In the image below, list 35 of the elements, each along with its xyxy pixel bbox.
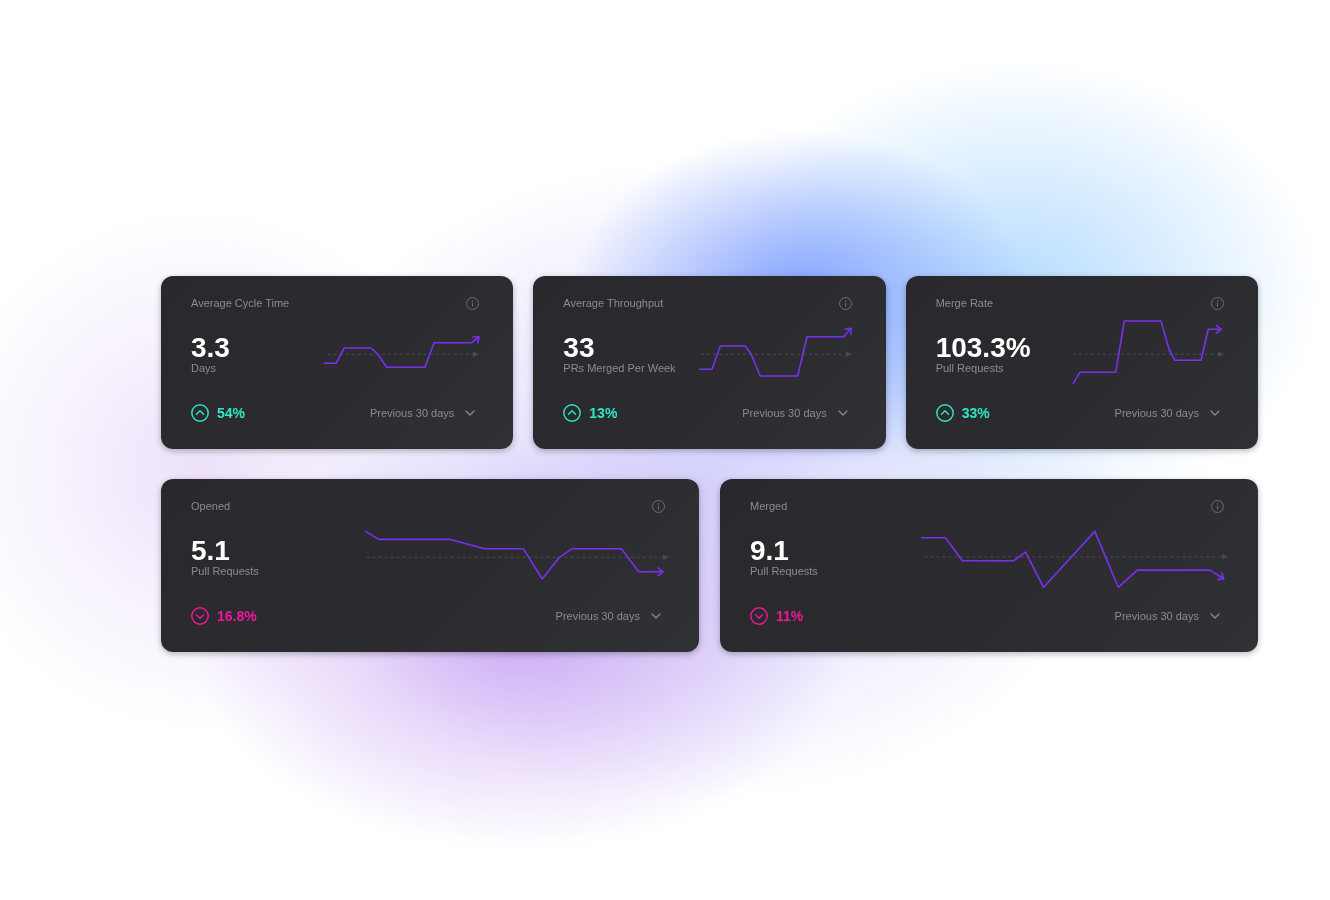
metric-title: Opened [191, 499, 231, 514]
caret-icon [651, 613, 661, 619]
change-percent: 13% [589, 404, 618, 423]
change-percent: 11% [776, 607, 804, 626]
metric-unit: Pull Requests [935, 362, 1005, 375]
change-percent: 33% [961, 404, 990, 423]
change-percent: 16.8% [217, 607, 257, 626]
caret-icon [465, 410, 476, 416]
metric-value: 9.1 [750, 537, 790, 565]
metric-title: Merge Rate [935, 296, 994, 311]
period-dropdown[interactable]: Previous 30 days [1114, 606, 1220, 626]
metric-unit: PRs Merged Per Week [563, 362, 676, 375]
caret-icon [837, 410, 848, 416]
metric-unit: Pull Requests [750, 565, 818, 578]
caret-icon [1210, 410, 1220, 416]
metric-value: 3.3 [191, 334, 230, 362]
info-icon[interactable] [1211, 499, 1224, 513]
period-dropdown[interactable]: Previous 30 days [555, 606, 661, 626]
caret-icon [1210, 613, 1220, 619]
metric-title: Average Cycle Time [191, 296, 290, 311]
metric-value: 33 [563, 334, 596, 362]
info-icon[interactable] [1211, 296, 1224, 310]
metric-unit: Pull Requests [191, 565, 259, 578]
info-icon[interactable] [652, 499, 665, 513]
metric-title: Merged [750, 499, 788, 514]
metric-title: Average Throughput [563, 296, 664, 311]
metric-value: 5.1 [191, 537, 231, 565]
change-percent: 54% [217, 404, 246, 423]
info-icon[interactable] [466, 296, 480, 310]
metric-value: 103.3% [935, 334, 1031, 362]
info-icon[interactable] [838, 296, 852, 310]
period-dropdown[interactable]: Previous 30 days [742, 403, 848, 423]
period-dropdown[interactable]: Previous 30 days [369, 403, 476, 423]
metric-unit: Days [191, 362, 218, 375]
period-dropdown[interactable]: Previous 30 days [1114, 403, 1220, 423]
